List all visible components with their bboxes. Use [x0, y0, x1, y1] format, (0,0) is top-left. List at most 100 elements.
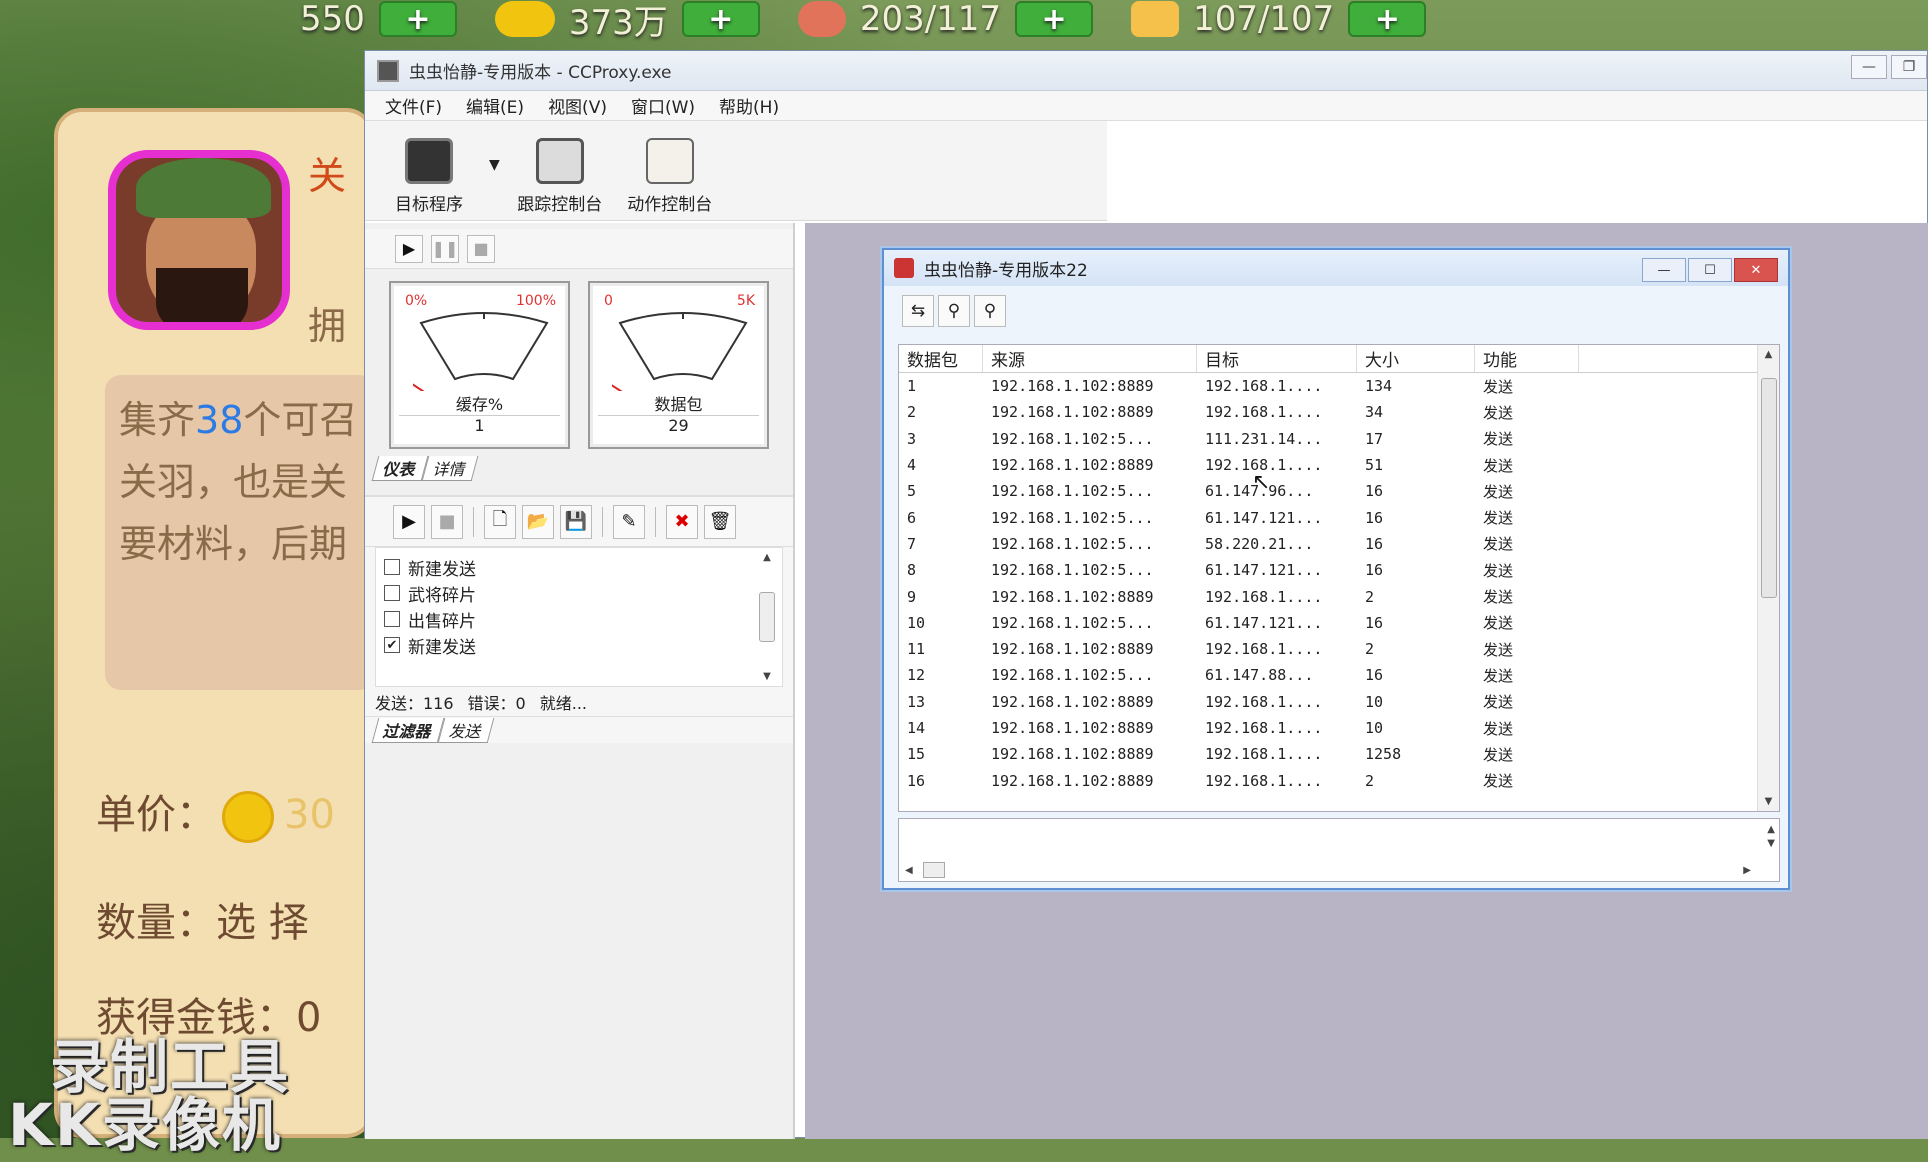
scroll-down-icon[interactable]: ▼: [1765, 796, 1773, 807]
list-item[interactable]: 武将碎片: [384, 580, 774, 606]
main-window-titlebar[interactable]: 虫虫怡静-专用版本 - CCProxy.exe — ❐: [365, 51, 1927, 91]
cell-target: 192.168.1....: [1205, 692, 1323, 711]
packet-gauge-dial: [612, 312, 748, 391]
capture-window-titlebar[interactable]: 虫虫怡静-专用版本22 — ☐ ✕: [884, 250, 1788, 286]
table-row[interactable]: 7 192.168.1.102:5... 58.220.21... 16 发送: [899, 531, 1779, 557]
scroll-thumb[interactable]: [922, 862, 945, 878]
restore-button[interactable]: ❐: [1891, 55, 1927, 79]
table-row[interactable]: 8 192.168.1.102:5... 61.147.121... 16 发送: [899, 557, 1779, 583]
table-row[interactable]: 6 192.168.1.102:5... 61.147.121... 16 发送: [899, 504, 1779, 530]
menu-window[interactable]: 窗口(W): [631, 93, 695, 118]
table-row[interactable]: 14 192.168.1.102:8889 192.168.1.... 10 发送: [899, 715, 1779, 741]
trash-icon[interactable]: 🗑: [704, 504, 736, 539]
menu-view[interactable]: 视图(V): [548, 93, 607, 118]
filter-arrows-icon[interactable]: ⇆: [902, 295, 934, 327]
detail-hscroll[interactable]: ◀ ▶: [899, 859, 1757, 881]
edit-pen-icon[interactable]: ✎: [613, 504, 645, 539]
stop-icon[interactable]: ■: [431, 504, 463, 539]
search-next-icon[interactable]: ⚲: [974, 295, 1006, 327]
list-scrollbar[interactable]: ▲ ▼: [758, 552, 776, 682]
search-icon[interactable]: ⚲: [938, 295, 970, 327]
close-button[interactable]: ✕: [1734, 258, 1778, 282]
checkbox[interactable]: [384, 585, 400, 601]
tab-gauges[interactable]: 仪表: [371, 455, 429, 481]
list-item[interactable]: ✔ 新建发送: [384, 632, 774, 658]
column-packet[interactable]: 数据包: [899, 345, 983, 372]
table-row[interactable]: 3 192.168.1.102:5... 111.231.14... 17 发送: [899, 426, 1779, 452]
menu-edit[interactable]: 编辑(E): [466, 93, 524, 118]
table-scrollbar[interactable]: ▲ ▼: [1757, 345, 1779, 811]
cell-target: 192.168.1....: [1205, 640, 1323, 659]
maximize-button[interactable]: ☐: [1688, 258, 1732, 282]
cell-packet: 10: [907, 613, 926, 632]
coin-icon: [494, 1, 555, 37]
cache-gauge-label: 缓存%: [455, 395, 504, 414]
desc-line-2: 关羽，也是关: [119, 460, 348, 504]
detail-vscroll[interactable]: ▲ ▼: [1767, 823, 1775, 851]
table-row[interactable]: 2 192.168.1.102:8889 192.168.1.... 34 发送: [899, 399, 1779, 425]
checkbox-checked[interactable]: ✔: [384, 637, 400, 653]
table-row[interactable]: 4 192.168.1.102:8889 192.168.1.... 51 发送: [899, 452, 1779, 478]
add-gem-button[interactable]: +: [378, 1, 457, 37]
column-target[interactable]: 目标: [1197, 345, 1357, 372]
scroll-up-icon[interactable]: ▲: [763, 552, 771, 563]
gem-stat: 550 +: [300, 0, 457, 39]
chevron-down-icon[interactable]: ▼: [489, 157, 500, 173]
checkbox[interactable]: [384, 559, 400, 575]
cell-target: 192.168.1....: [1205, 719, 1323, 737]
table-row[interactable]: 9 192.168.1.102:8889 192.168.1.... 2 发送: [899, 583, 1779, 609]
open-folder-icon[interactable]: 📂: [522, 504, 554, 539]
column-source[interactable]: 来源: [983, 345, 1197, 372]
menu-bar: 文件(F) 编辑(E) 视图(V) 窗口(W) 帮助(H): [365, 91, 1927, 121]
tab-send[interactable]: 发送: [437, 717, 495, 743]
list-item[interactable]: 新建发送: [384, 554, 774, 580]
tab-filter[interactable]: 过滤器: [371, 717, 445, 743]
quantity-select[interactable]: 数量：选 择: [96, 890, 309, 948]
pause-icon[interactable]: ❚❚: [431, 234, 459, 263]
tab-details[interactable]: 详情: [421, 455, 479, 481]
scroll-up-icon[interactable]: ▲: [1765, 349, 1773, 360]
trace-console-button[interactable]: 跟踪控制台: [510, 127, 610, 215]
menu-file[interactable]: 文件(F): [385, 93, 442, 118]
table-row[interactable]: 15 192.168.1.102:8889 192.168.1.... 1258 发送: [899, 741, 1779, 767]
cell-size: 34: [1365, 403, 1384, 422]
play-icon[interactable]: ▶: [395, 234, 423, 263]
table-row[interactable]: 13 192.168.1.102:8889 192.168.1.... 10 发送: [899, 689, 1779, 715]
minimize-button[interactable]: —: [1851, 55, 1887, 79]
add-meat-button[interactable]: +: [1015, 1, 1094, 37]
cache-gauge-needle: [413, 383, 425, 391]
table-row[interactable]: 11 192.168.1.102:8889 192.168.1.... 2 发送: [899, 636, 1779, 662]
checkbox[interactable]: [384, 611, 400, 627]
stop-icon[interactable]: ■: [467, 234, 495, 263]
send-status: 发送：116 错误：0 就绪...: [365, 687, 793, 717]
list-item-label: 新建发送: [408, 637, 476, 658]
table-row[interactable]: 16 192.168.1.102:8889 192.168.1.... 2 发送: [899, 767, 1779, 793]
table-row[interactable]: 1 192.168.1.102:8889 192.168.1.... 134 发送: [899, 373, 1779, 399]
play-icon[interactable]: ▶: [393, 504, 425, 539]
delete-x-icon[interactable]: ✖: [666, 504, 698, 539]
add-coin-button[interactable]: +: [681, 1, 760, 37]
scroll-thumb[interactable]: [1760, 378, 1777, 598]
add-stamina-button[interactable]: +: [1348, 1, 1427, 37]
mouse-cursor-icon: ↖: [1252, 470, 1271, 495]
save-icon[interactable]: 💾: [560, 504, 592, 539]
column-size[interactable]: 大小: [1357, 345, 1475, 372]
table-row[interactable]: 12 192.168.1.102:5... 61.147.88... 16 发送: [899, 662, 1779, 688]
table-row[interactable]: 5 192.168.1.102:5... 61.147.96... 16 发送: [899, 478, 1779, 504]
scroll-right-icon[interactable]: ▶: [1743, 865, 1751, 876]
table-row[interactable]: 10 192.168.1.102:5... 61.147.121... 16 发送: [899, 610, 1779, 636]
action-console-button[interactable]: 动作控制台: [620, 127, 720, 215]
cell-source: 192.168.1.102:5...: [991, 613, 1154, 632]
target-program-button[interactable]: 目标程序: [379, 127, 479, 215]
new-file-icon[interactable]: 🗋: [484, 504, 516, 539]
scroll-left-icon[interactable]: ◀: [905, 865, 913, 876]
scroll-thumb[interactable]: [759, 592, 775, 642]
minimize-button[interactable]: —: [1642, 258, 1686, 282]
coin-icon: [222, 791, 274, 843]
cell-function: 发送: [1483, 666, 1514, 685]
scroll-down-icon[interactable]: ▼: [763, 671, 771, 682]
list-item[interactable]: 出售碎片: [384, 606, 774, 632]
hero-portrait[interactable]: [108, 150, 290, 330]
column-function[interactable]: 功能: [1475, 345, 1579, 372]
menu-help[interactable]: 帮助(H): [719, 93, 779, 118]
